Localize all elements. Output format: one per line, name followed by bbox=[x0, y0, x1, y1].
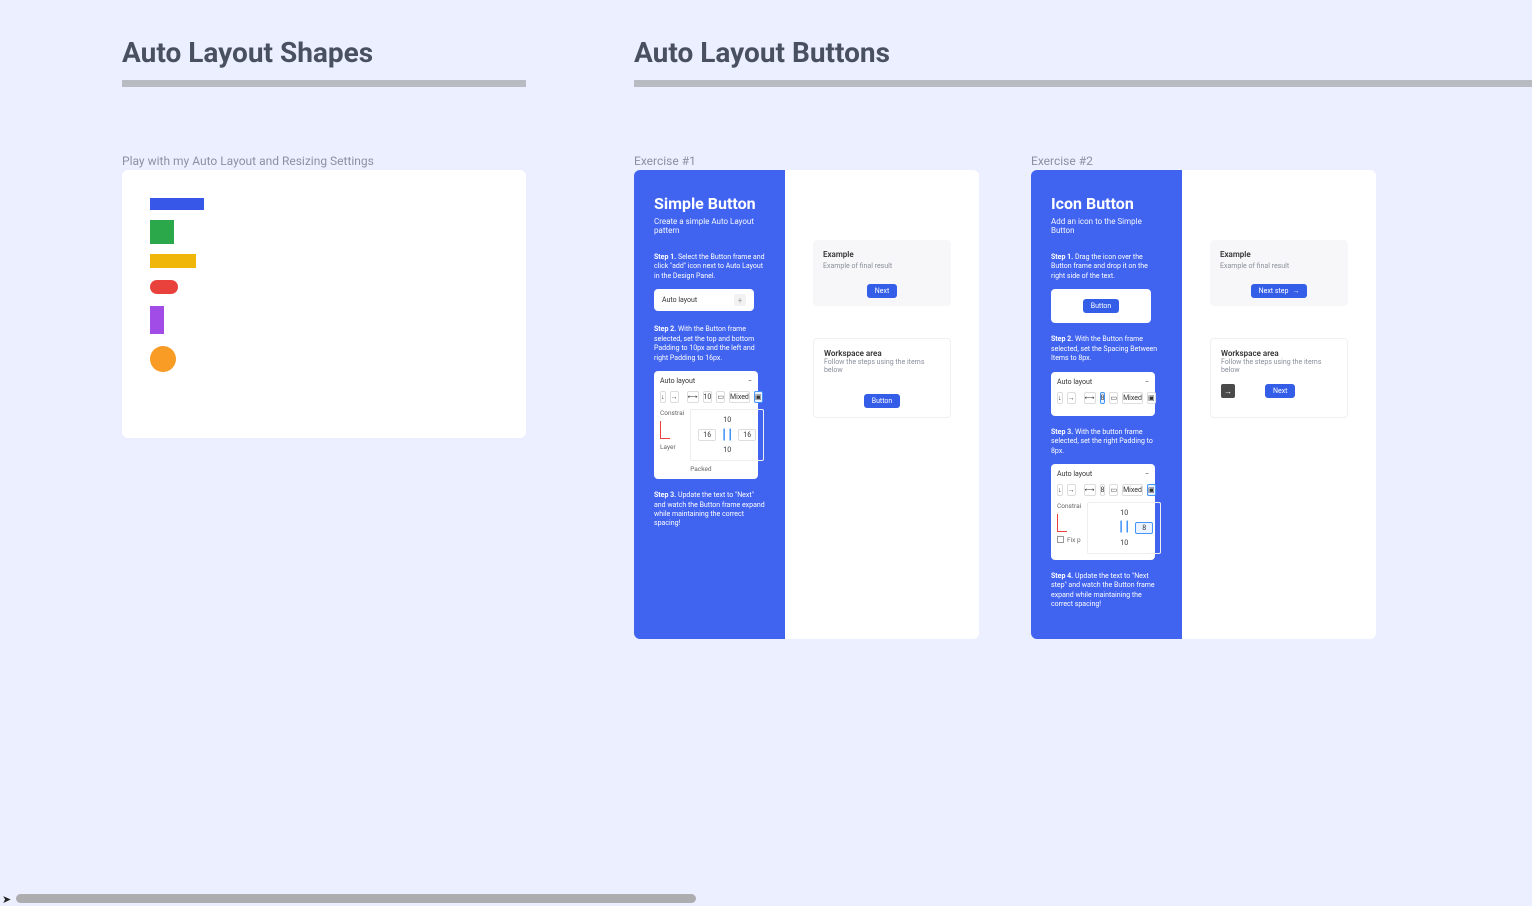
example-sub: Example of final result bbox=[823, 262, 941, 270]
padding-icon: ▭ bbox=[716, 391, 725, 403]
shape-green-square[interactable] bbox=[150, 220, 174, 244]
layer-label: Layer bbox=[660, 443, 684, 451]
minus-icon: − bbox=[748, 377, 752, 385]
plus-icon: + bbox=[734, 294, 746, 306]
padding-expand-icon: ▣ bbox=[1147, 392, 1156, 404]
direction-horizontal-icon: → bbox=[1067, 484, 1076, 496]
auto-layout-inspector-2b: Auto layout− ↓ → ⟷ 8 ▭ Mixed ▣ Constrai … bbox=[1051, 464, 1155, 560]
shape-red-pill[interactable] bbox=[150, 280, 178, 294]
align-icon: ┃┃ bbox=[1118, 522, 1130, 533]
exercise1-step1: Step 1. Select the Button frame and clic… bbox=[654, 253, 765, 281]
shapes-panel[interactable] bbox=[122, 170, 526, 438]
next-button-workspace[interactable]: Next bbox=[1265, 384, 1295, 398]
example-title: Example bbox=[823, 250, 941, 259]
gap-icon: ⟷ bbox=[1084, 392, 1096, 404]
direction-horizontal-icon: → bbox=[1067, 392, 1076, 404]
figma-canvas[interactable]: Auto Layout Shapes Auto Layout Buttons P… bbox=[0, 0, 1532, 906]
fix-label: Fix p bbox=[1067, 536, 1081, 544]
gap-value: 8 bbox=[1100, 484, 1106, 496]
exercise2-step1: Step 1. Drag the icon over the Button fr… bbox=[1051, 253, 1162, 281]
exercise2-workspace-panel[interactable]: Example Example of final result Next ste… bbox=[1182, 170, 1376, 639]
button-sample[interactable]: Button bbox=[864, 394, 901, 408]
arrow-right-icon: → bbox=[1292, 287, 1299, 295]
align-icon: ┃┃ bbox=[721, 430, 733, 441]
exercise1-title: Simple Button bbox=[654, 194, 765, 213]
padding-icon: ▭ bbox=[1109, 392, 1118, 404]
button-sample: Button bbox=[1083, 299, 1120, 313]
auto-layout-inspector: Auto layout− ↓ → ⟷ 10 ▭ Mixed ▣ Constrai… bbox=[654, 371, 758, 479]
cursor-icon: ➤ bbox=[2, 893, 11, 906]
example-title: Example bbox=[1220, 250, 1338, 259]
section-title-shapes: Auto Layout Shapes bbox=[122, 36, 373, 69]
arrow-icon-chip[interactable]: → bbox=[1221, 384, 1235, 398]
exercise1-workspace-box[interactable]: Workspace area Follow the steps using th… bbox=[813, 338, 951, 418]
packed-label: Packed bbox=[690, 465, 764, 473]
scrollbar-thumb[interactable] bbox=[16, 894, 696, 903]
workspace-title: Workspace area bbox=[824, 349, 940, 358]
exercise2-step3: Step 3. With the button frame selected, … bbox=[1051, 428, 1162, 456]
direction-vertical-icon: ↓ bbox=[1057, 392, 1063, 404]
gap-icon: ⟷ bbox=[1084, 484, 1096, 496]
constraints-label: Constrai bbox=[1057, 502, 1081, 510]
button-frame-example: Button bbox=[1051, 289, 1151, 323]
minus-icon: − bbox=[1145, 378, 1149, 386]
shape-yellow-rect[interactable] bbox=[150, 254, 196, 268]
horizontal-scrollbar[interactable]: ➤ bbox=[0, 890, 1532, 906]
padding-expand-icon: ▣ bbox=[1147, 484, 1156, 496]
section-underline-buttons bbox=[634, 80, 1532, 87]
shape-purple-rect[interactable] bbox=[150, 306, 164, 334]
shape-orange-circle[interactable] bbox=[150, 346, 176, 372]
workspace-title: Workspace area bbox=[1221, 349, 1337, 358]
mixed-value: Mixed bbox=[1122, 392, 1143, 404]
exercise1-instructions-panel[interactable]: Simple Button Create a simple Auto Layou… bbox=[634, 170, 785, 639]
mixed-value: Mixed bbox=[729, 391, 750, 403]
auto-layout-inspector-2a: Auto layout− ↓ → ⟷ 8 ▭ Mixed ▣ bbox=[1051, 372, 1155, 416]
exercise2-title: Icon Button bbox=[1051, 194, 1162, 213]
exercise2-desc: Add an icon to the Simple Button bbox=[1051, 217, 1162, 235]
auto-layout-label: Auto layout bbox=[662, 296, 697, 304]
gap-value: 8 bbox=[1100, 392, 1106, 404]
workspace-sub: Follow the steps using the items below bbox=[824, 358, 940, 374]
gap-icon: ⟷ bbox=[687, 391, 699, 403]
constraints-label: Constrai bbox=[660, 409, 684, 417]
padding-controls: 10 16 ┃┃ 16 10 bbox=[690, 409, 764, 461]
exercise2-instructions-panel[interactable]: Icon Button Add an icon to the Simple Bu… bbox=[1031, 170, 1182, 639]
direction-horizontal-icon: → bbox=[670, 391, 679, 403]
exercise1-step3: Step 3. Update the text to "Next" and wa… bbox=[654, 491, 765, 529]
shapes-panel-subtitle: Play with my Auto Layout and Resizing Se… bbox=[122, 154, 374, 168]
example-sub: Example of final result bbox=[1220, 262, 1338, 270]
exercise2-step4: Step 4. Update the text to "Next step" a… bbox=[1051, 572, 1162, 610]
exercise1-example-box: Example Example of final result Next bbox=[813, 240, 951, 306]
mixed-value: Mixed bbox=[1122, 484, 1143, 496]
exercise2-step2: Step 2. With the Button frame selected, … bbox=[1051, 335, 1162, 363]
auto-layout-pill: Auto layout + bbox=[654, 289, 754, 311]
workspace-sub: Follow the steps using the items below bbox=[1221, 358, 1337, 374]
exercise2-example-box: Example Example of final result Next ste… bbox=[1210, 240, 1348, 306]
padding-icon: ▭ bbox=[1109, 484, 1118, 496]
padding-controls: 10 ┃┃ 8 10 bbox=[1087, 502, 1161, 554]
direction-vertical-icon: ↓ bbox=[660, 391, 666, 403]
gap-value: 10 bbox=[703, 391, 713, 403]
exercise1-desc: Create a simple Auto Layout pattern bbox=[654, 217, 765, 235]
section-underline-shapes bbox=[122, 80, 526, 87]
padding-expand-icon: ▣ bbox=[754, 391, 763, 403]
exercise1-subtitle: Exercise #1 bbox=[634, 154, 696, 168]
exercise2-workspace-box[interactable]: Workspace area Follow the steps using th… bbox=[1210, 338, 1348, 418]
exercise1-step2: Step 2. With the Button frame selected, … bbox=[654, 325, 765, 363]
exercise1-workspace-panel[interactable]: Example Example of final result Next Wor… bbox=[785, 170, 979, 639]
next-step-button[interactable]: Next step → bbox=[1251, 284, 1308, 298]
minus-icon: − bbox=[1145, 470, 1149, 478]
next-button[interactable]: Next bbox=[867, 284, 897, 298]
exercise2-subtitle: Exercise #2 bbox=[1031, 154, 1093, 168]
section-title-buttons: Auto Layout Buttons bbox=[634, 36, 890, 69]
direction-vertical-icon: ↓ bbox=[1057, 484, 1063, 496]
shape-blue-rect[interactable] bbox=[150, 198, 204, 210]
